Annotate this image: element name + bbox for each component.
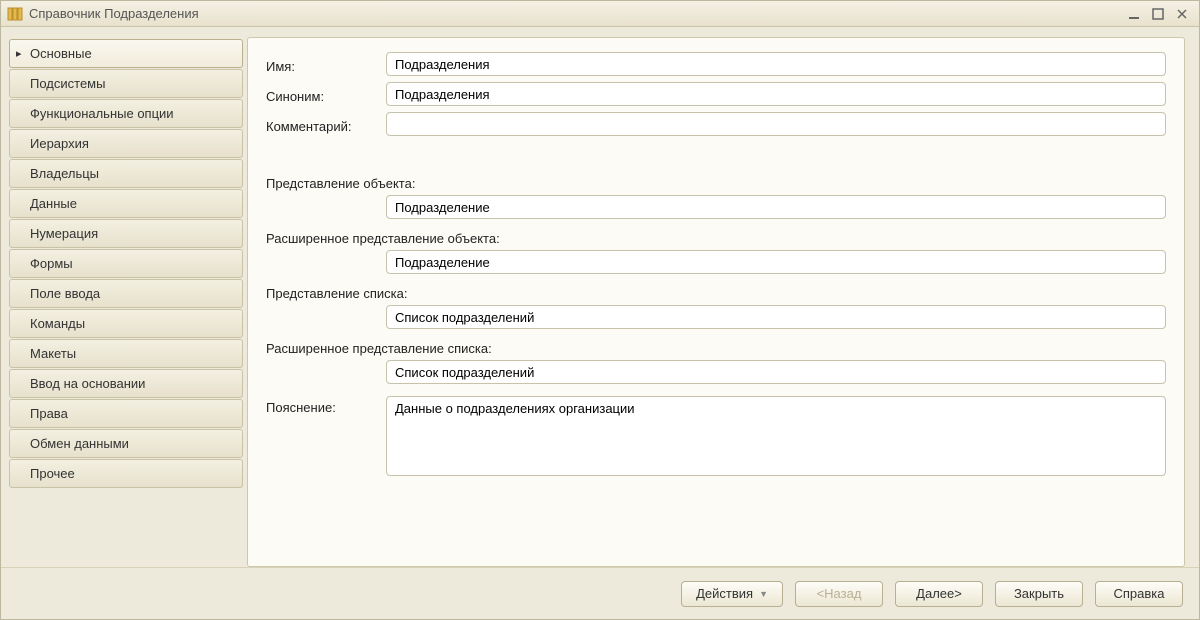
sidebar-tab-hierarchy[interactable]: Иерархия [9,129,243,158]
close-button[interactable] [1173,6,1191,22]
name-label: Имя: [266,55,386,74]
ext-obj-repr-input[interactable] [386,250,1166,274]
ext-obj-repr-label: Расширенное представление объекта: [266,231,1166,246]
back-button[interactable]: <Назад [795,581,883,607]
sidebar-item-label: Основные [30,46,92,61]
dialog-window: Справочник Подразделения Основные Подсис… [0,0,1200,620]
sidebar-item-label: Прочее [30,466,75,481]
explanation-input[interactable] [386,396,1166,476]
footer: Действия ▼ <Назад Далее> Закрыть Справка [1,567,1199,619]
back-label: <Назад [817,586,862,601]
window-title: Справочник Подразделения [29,6,1125,21]
sidebar-item-label: Макеты [30,346,76,361]
maximize-button[interactable] [1149,6,1167,22]
close-label: Закрыть [1014,586,1064,601]
sidebar-tab-main[interactable]: Основные [9,39,243,68]
sidebar-tab-numbering[interactable]: Нумерация [9,219,243,248]
sidebar: Основные Подсистемы Функциональные опции… [9,37,243,567]
sidebar-item-label: Поле ввода [30,286,100,301]
sidebar-tab-data-exchange[interactable]: Обмен данными [9,429,243,458]
actions-label: Действия [696,586,753,601]
sidebar-item-label: Формы [30,256,73,271]
list-repr-label: Представление списка: [266,286,1166,301]
close-dialog-button[interactable]: Закрыть [995,581,1083,607]
name-input[interactable] [386,52,1166,76]
sidebar-tab-input-field[interactable]: Поле ввода [9,279,243,308]
ext-list-repr-label: Расширенное представление списка: [266,341,1166,356]
sidebar-tab-commands[interactable]: Команды [9,309,243,338]
next-button[interactable]: Далее> [895,581,983,607]
sidebar-tab-subsystems[interactable]: Подсистемы [9,69,243,98]
sidebar-tab-rights[interactable]: Права [9,399,243,428]
sidebar-item-label: Команды [30,316,85,331]
sidebar-tab-data[interactable]: Данные [9,189,243,218]
explanation-label: Пояснение: [266,396,386,415]
sidebar-item-label: Владельцы [30,166,99,181]
synonym-label: Синоним: [266,85,386,104]
sidebar-tab-input-on-basis[interactable]: Ввод на основании [9,369,243,398]
comment-input[interactable] [386,112,1166,136]
list-repr-input[interactable] [386,305,1166,329]
sidebar-tab-forms[interactable]: Формы [9,249,243,278]
help-button[interactable]: Справка [1095,581,1183,607]
sidebar-item-label: Подсистемы [30,76,105,91]
main-panel: Имя: Синоним: Комментарий: Представление… [247,37,1185,567]
synonym-input[interactable] [386,82,1166,106]
actions-button[interactable]: Действия ▼ [681,581,783,607]
sidebar-item-label: Нумерация [30,226,98,241]
sidebar-item-label: Данные [30,196,77,211]
sidebar-item-label: Иерархия [30,136,89,151]
sidebar-tab-functional-options[interactable]: Функциональные опции [9,99,243,128]
sidebar-item-label: Права [30,406,68,421]
sidebar-tab-templates[interactable]: Макеты [9,339,243,368]
sidebar-tab-owners[interactable]: Владельцы [9,159,243,188]
window-controls [1125,6,1195,22]
help-label: Справка [1114,586,1165,601]
sidebar-item-label: Ввод на основании [30,376,145,391]
next-label: Далее> [916,586,962,601]
sidebar-item-label: Функциональные опции [30,106,174,121]
minimize-button[interactable] [1125,6,1143,22]
sidebar-item-label: Обмен данными [30,436,129,451]
comment-label: Комментарий: [266,115,386,134]
body: Основные Подсистемы Функциональные опции… [1,27,1199,567]
obj-repr-input[interactable] [386,195,1166,219]
titlebar: Справочник Подразделения [1,1,1199,27]
obj-repr-label: Представление объекта: [266,176,1166,191]
app-icon [7,6,23,22]
ext-list-repr-input[interactable] [386,360,1166,384]
sidebar-tab-other[interactable]: Прочее [9,459,243,488]
chevron-down-icon: ▼ [759,589,768,599]
